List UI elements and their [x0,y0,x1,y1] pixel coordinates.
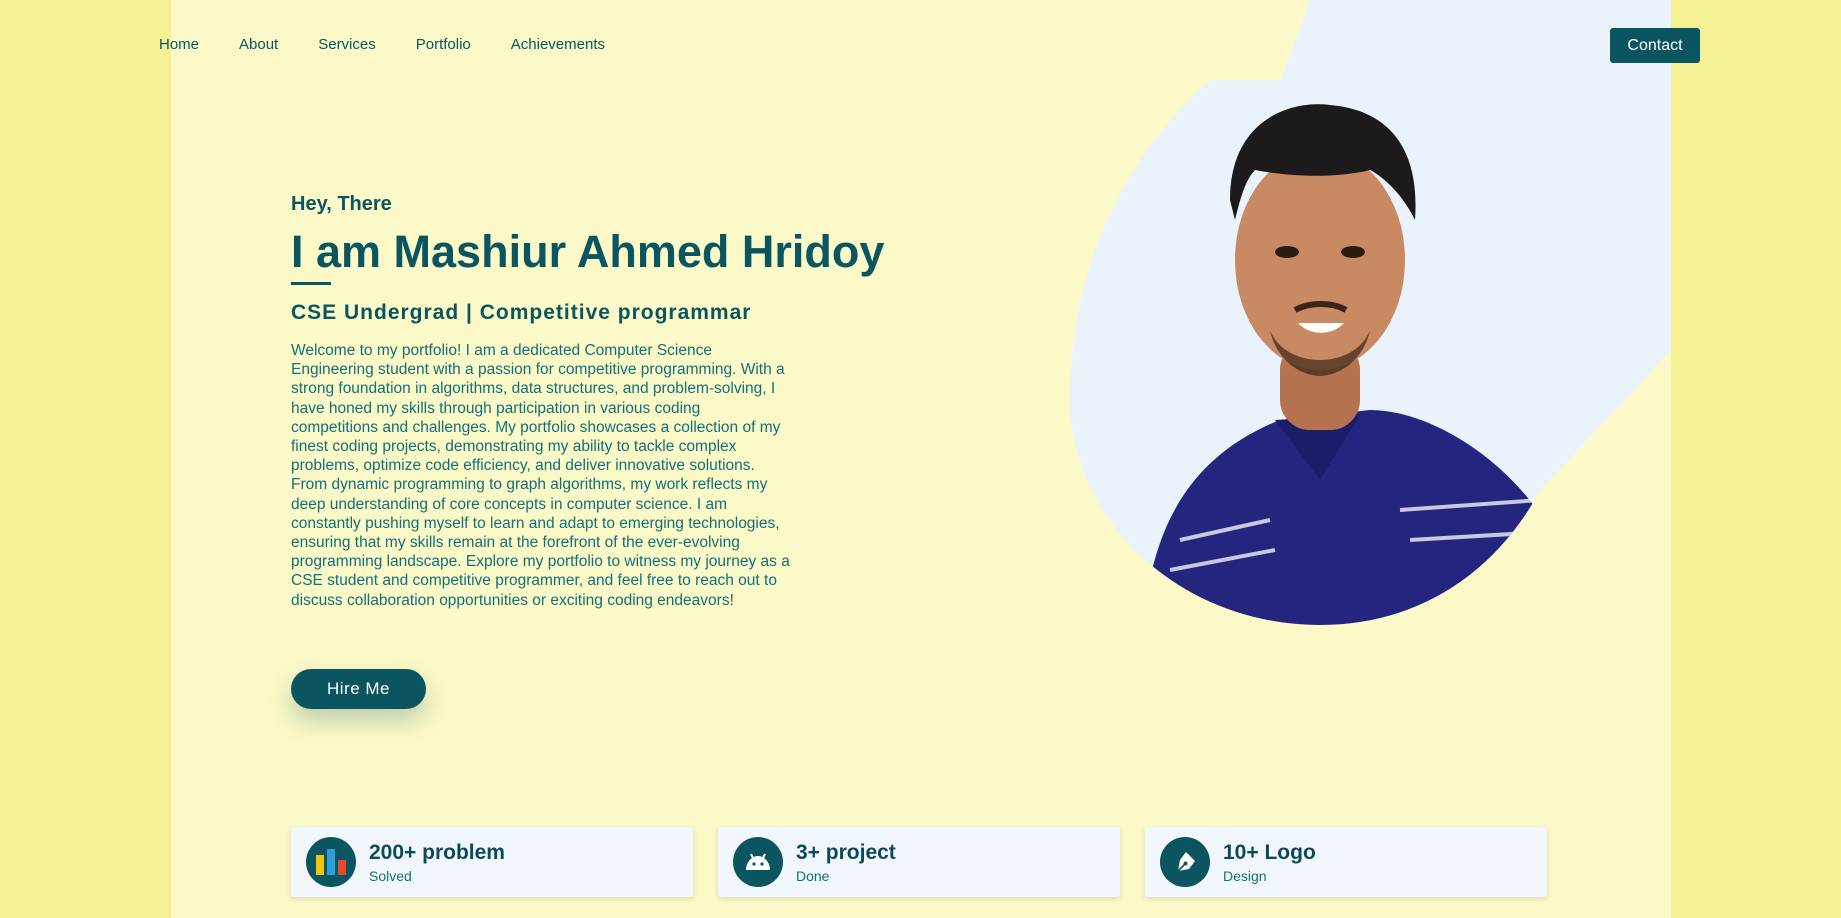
profile-photo [1070,80,1550,625]
stat-card-projects: 3+ project Done [718,827,1120,897]
nav-portfolio[interactable]: Portfolio [416,36,471,53]
stat-card-logos: 10+ Logo Design [1145,827,1547,897]
hero-subtitle: CSE Undergrad | Competitive programmar [291,301,752,324]
stat-value: 10+ Logo [1223,840,1316,864]
title-underline [291,282,331,285]
stat-label: Design [1223,867,1267,884]
hero-section: Hey, There I am Mashiur Ahmed Hridoy CSE… [291,190,885,610]
hero-greeting: Hey, There [291,193,392,215]
pen-nib-icon [1160,837,1210,887]
stats-row: 200+ problem Solved 3+ project Done 10+ … [291,827,1547,897]
hire-me-button[interactable]: Hire Me [291,669,426,709]
main-nav: Home About Services Portfolio Achievemen… [159,36,605,53]
stat-card-problems: 200+ problem Solved [291,827,693,897]
nav-about[interactable]: About [239,36,278,53]
stat-value: 3+ project [796,840,896,864]
stat-label: Done [796,867,830,884]
nav-home[interactable]: Home [159,36,199,53]
stat-value: 200+ problem [369,840,505,864]
hero-bio: Welcome to my portfolio! I am a dedicate… [291,342,790,609]
nav-achievements[interactable]: Achievements [511,36,605,53]
android-icon [733,837,783,887]
bar-chart-icon [306,837,356,887]
stat-label: Solved [369,867,412,884]
nav-services[interactable]: Services [318,36,376,53]
contact-button[interactable]: Contact [1610,28,1700,63]
hero-name: I am Mashiur Ahmed Hridoy [291,226,885,277]
